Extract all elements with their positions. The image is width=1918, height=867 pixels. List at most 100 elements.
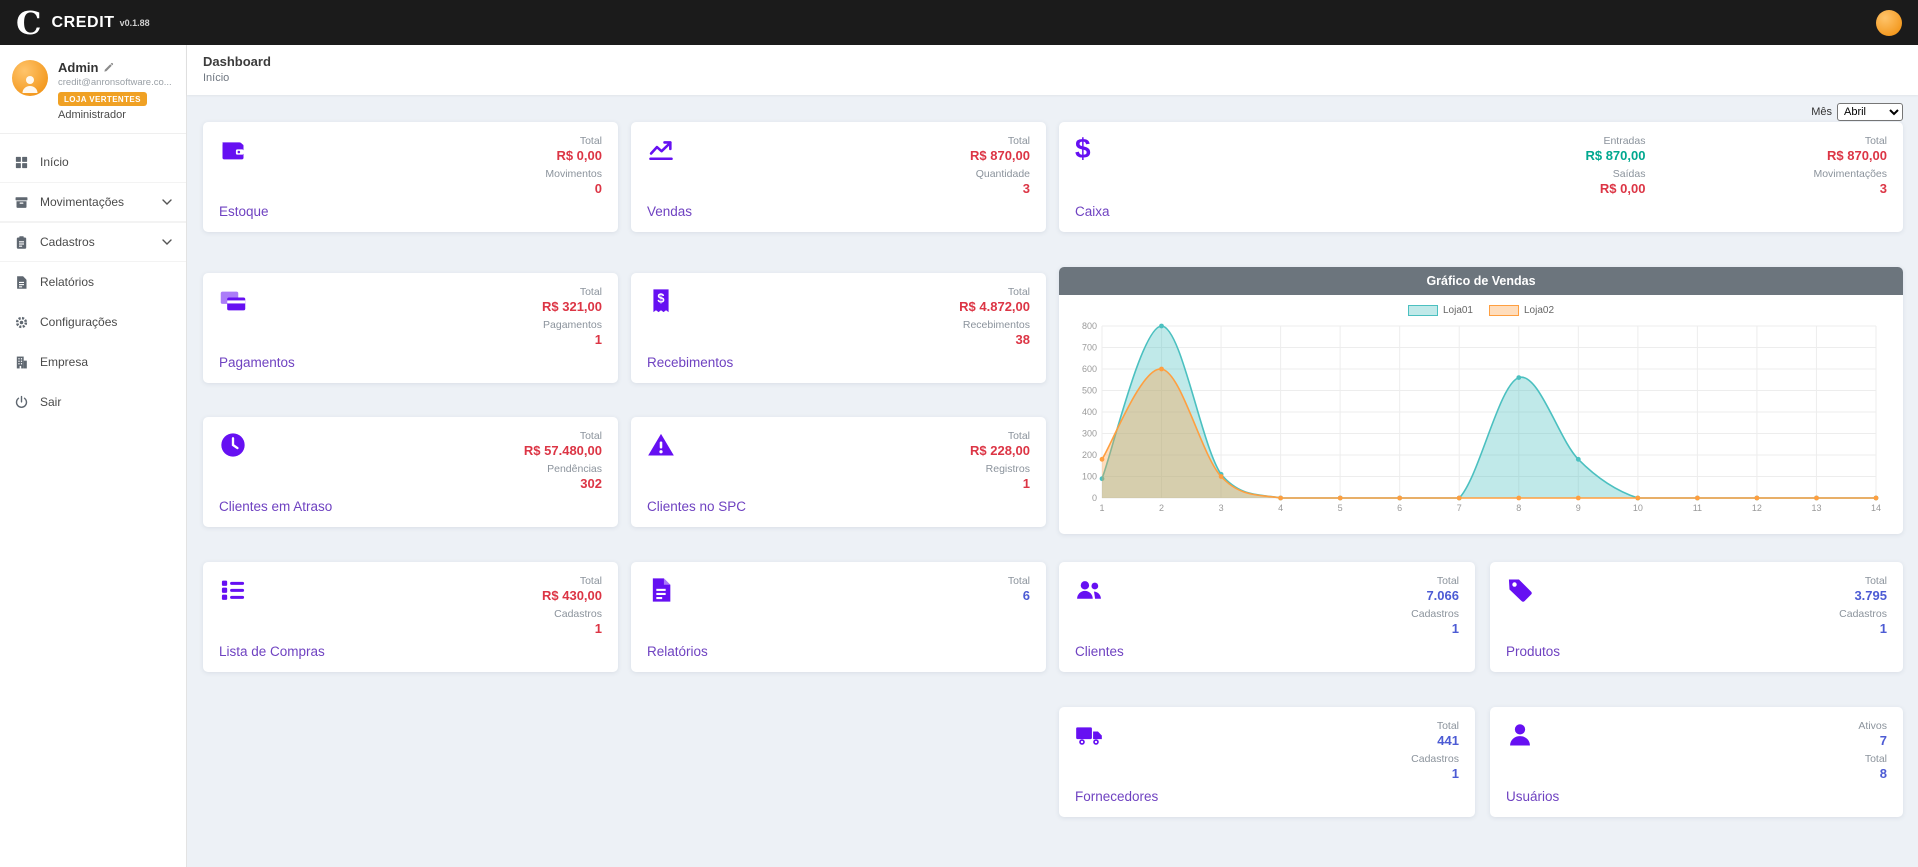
breadcrumb[interactable]: Início <box>203 72 1902 84</box>
svg-text:300: 300 <box>1082 429 1097 439</box>
svg-text:4: 4 <box>1278 503 1283 513</box>
svg-text:200: 200 <box>1082 450 1097 460</box>
legend-label: Loja02 <box>1524 305 1554 316</box>
warning-icon <box>647 430 746 460</box>
svg-text:8: 8 <box>1516 503 1521 513</box>
svg-text:$: $ <box>657 291 664 306</box>
card-clientes-em-atraso[interactable]: Clientes em Atraso Total R$ 57.480,00 Pe… <box>203 417 618 527</box>
list-icon <box>219 575 325 605</box>
card-estoque[interactable]: Estoque Total R$ 0,00 Movimentos 0 <box>203 122 618 232</box>
wallet-icon <box>219 135 269 165</box>
tag-icon <box>1506 575 1560 605</box>
profile-email: credit@anronsoftware.co... <box>58 77 172 88</box>
edit-pencil-icon[interactable] <box>103 62 114 73</box>
card-title: Clientes no SPC <box>647 499 746 514</box>
page-title: Dashboard <box>203 54 1902 69</box>
card-pagamentos[interactable]: Pagamentos Total R$ 321,00 Pagamentos 1 <box>203 273 618 383</box>
month-filter: Mês Abril <box>1811 103 1903 121</box>
svg-text:1: 1 <box>1099 503 1104 513</box>
users-icon <box>1075 575 1124 605</box>
svg-text:9: 9 <box>1576 503 1581 513</box>
building-icon <box>14 355 29 370</box>
sidebar: Admin credit@anronsoftware.co... LOJA VE… <box>0 45 187 867</box>
card-title: Fornecedores <box>1075 789 1158 804</box>
month-select[interactable]: Abril <box>1837 103 1903 121</box>
svg-text:10: 10 <box>1633 503 1643 513</box>
app-logo: C <box>16 7 41 39</box>
legend-item[interactable]: Loja01 <box>1408 305 1473 316</box>
clipboard-icon <box>14 235 29 250</box>
svg-text:800: 800 <box>1082 321 1097 331</box>
svg-text:14: 14 <box>1871 503 1881 513</box>
sidebar-item-sair[interactable]: Sair <box>0 382 186 422</box>
truck-icon <box>1075 720 1158 750</box>
chevron-down-icon <box>162 199 172 205</box>
card-title: Clientes em Atraso <box>219 499 332 514</box>
topbar: C CREDIT v0.1.88 <box>0 0 1918 45</box>
sidebar-item-relatorios[interactable]: Relatórios <box>0 262 186 302</box>
svg-text:700: 700 <box>1082 343 1097 353</box>
legend-label: Loja01 <box>1443 305 1473 316</box>
svg-text:100: 100 <box>1082 472 1097 482</box>
card-produtos[interactable]: Produtos Total 3.795 Cadastros 1 <box>1490 562 1903 672</box>
card-fornecedores[interactable]: Fornecedores Total 441 Cadastros 1 <box>1059 707 1475 817</box>
profile-avatar[interactable] <box>12 60 48 96</box>
svg-text:500: 500 <box>1082 386 1097 396</box>
chart-title: Gráfico de Vendas <box>1059 267 1903 295</box>
month-label: Mês <box>1811 106 1832 118</box>
card-title: Clientes <box>1075 644 1124 659</box>
user-icon <box>1506 720 1559 750</box>
receipt-dollar-icon: $ <box>647 286 733 316</box>
card-title: Lista de Compras <box>219 644 325 659</box>
svg-text:6: 6 <box>1397 503 1402 513</box>
person-icon <box>18 72 42 96</box>
sidebar-nav: Início Movimentações Cadastros Relatório… <box>0 134 186 422</box>
card-relatorios[interactable]: Relatórios Total 6 <box>631 562 1046 672</box>
power-icon <box>14 395 29 410</box>
card-title: Caixa <box>1075 204 1110 219</box>
card-caixa[interactable]: $ Caixa Entradas R$ 870,00 Saídas R$ 0,0… <box>1059 122 1903 232</box>
svg-text:600: 600 <box>1082 364 1097 374</box>
sidebar-item-movimentacoes[interactable]: Movimentações <box>0 182 186 222</box>
user-avatar[interactable] <box>1876 10 1902 36</box>
card-title: Usuários <box>1506 789 1559 804</box>
svg-text:3: 3 <box>1219 503 1224 513</box>
gear-icon <box>14 315 29 330</box>
clock-icon <box>219 430 332 460</box>
card-clientes-no-spc[interactable]: Clientes no SPC Total R$ 228,00 Registro… <box>631 417 1046 527</box>
sidebar-item-empresa[interactable]: Empresa <box>0 342 186 382</box>
card-title: Estoque <box>219 204 269 219</box>
sidebar-item-configuracoes[interactable]: Configurações <box>0 302 186 342</box>
svg-text:2: 2 <box>1159 503 1164 513</box>
chart-line-icon <box>647 135 692 165</box>
svg-text:11: 11 <box>1693 503 1702 513</box>
svg-text:0: 0 <box>1092 493 1097 503</box>
legend-item[interactable]: Loja02 <box>1489 305 1554 316</box>
card-usuarios[interactable]: Usuários Ativos 7 Total 8 <box>1490 707 1903 817</box>
card-title: Vendas <box>647 204 692 219</box>
chart-legend: Loja01 Loja02 <box>1072 300 1890 320</box>
legend-swatch <box>1489 305 1519 316</box>
svg-text:7: 7 <box>1457 503 1462 513</box>
card-clientes[interactable]: Clientes Total 7.066 Cadastros 1 <box>1059 562 1475 672</box>
file-text-icon <box>647 575 708 605</box>
card-vendas[interactable]: Vendas Total R$ 870,00 Quantidade 3 <box>631 122 1046 232</box>
svg-text:400: 400 <box>1082 407 1097 417</box>
sidebar-item-cadastros[interactable]: Cadastros <box>0 222 186 262</box>
profile-role: Administrador <box>58 109 172 121</box>
file-icon <box>14 275 29 290</box>
sidebar-item-inicio[interactable]: Início <box>0 142 186 182</box>
legend-swatch <box>1408 305 1438 316</box>
dollar-icon: $ <box>1075 135 1110 163</box>
svg-text:5: 5 <box>1338 503 1343 513</box>
sales-chart-panel: Gráfico de Vendas Loja01 Loja02 0 100 200 30… <box>1059 267 1903 534</box>
box-icon <box>14 195 29 210</box>
card-title: Produtos <box>1506 644 1560 659</box>
card-recebimentos[interactable]: $ Recebimentos Total R$ 4.872,00 Recebim… <box>631 273 1046 383</box>
card-lista-de-compras[interactable]: Lista de Compras Total R$ 430,00 Cadastr… <box>203 562 618 672</box>
page-header: Dashboard Início <box>187 45 1918 95</box>
svg-text:13: 13 <box>1811 503 1821 513</box>
credit-cards-icon <box>219 286 295 316</box>
card-title: Relatórios <box>647 644 708 659</box>
grid-icon <box>14 155 29 170</box>
